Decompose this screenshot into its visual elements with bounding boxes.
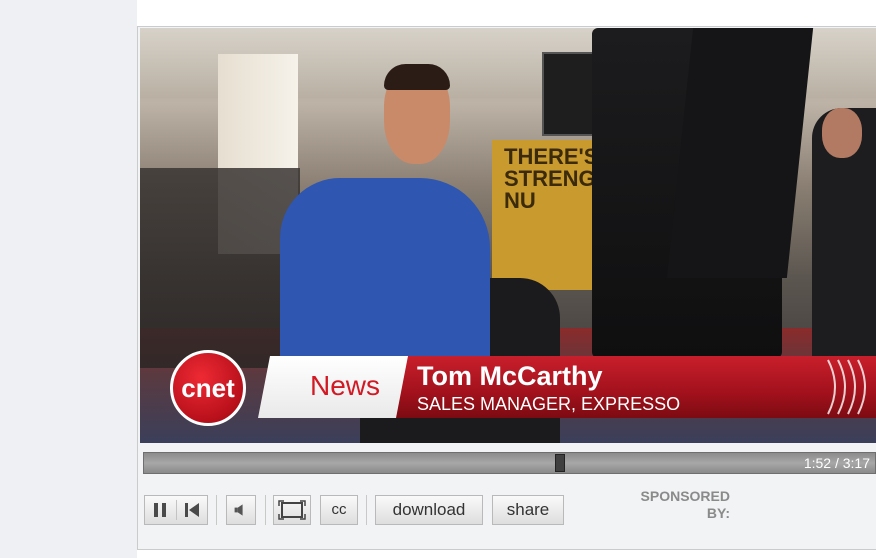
fullscreen-icon (278, 500, 306, 520)
time-display: 1:52 / 3:17 (803, 455, 870, 471)
pause-icon[interactable] (151, 500, 171, 520)
scene-presenter-hair (384, 64, 450, 90)
sponsored-line-2: BY: (706, 505, 730, 521)
news-tag: News (309, 370, 380, 401)
speaker-name: Tom McCarthy (417, 361, 603, 391)
seek-thumb[interactable] (555, 454, 565, 472)
playback-button-group (144, 495, 208, 525)
lower-third-caption: News Tom McCarthy SALES MANAGER, EXPRESS… (140, 350, 876, 432)
button-divider (176, 500, 177, 520)
speaker-icon (234, 504, 243, 516)
page-top-margin (137, 0, 876, 26)
volume-button[interactable] (226, 495, 256, 525)
share-button[interactable]: share (492, 495, 564, 525)
speaker-title: SALES MANAGER, EXPRESSO (417, 394, 681, 414)
download-button[interactable]: download (375, 495, 483, 525)
sponsored-by-label: SPONSORED BY: (606, 488, 730, 528)
skip-back-icon[interactable] (182, 500, 202, 520)
scene-presenter-shirt (280, 178, 490, 378)
sponsored-line-1: SPONSORED (640, 488, 730, 504)
page-left-margin (0, 0, 137, 558)
cnet-logo-text: cnet (181, 373, 235, 403)
scene-bystander-head (822, 108, 862, 158)
control-divider (265, 495, 266, 525)
control-divider (216, 495, 217, 525)
scene-machine-screen (666, 28, 814, 278)
closed-captions-button[interactable]: cc (320, 495, 358, 525)
swoosh-graphic-icon (827, 359, 866, 415)
fullscreen-button[interactable] (273, 495, 311, 525)
scene-crowd (140, 168, 300, 368)
control-divider (366, 495, 367, 525)
